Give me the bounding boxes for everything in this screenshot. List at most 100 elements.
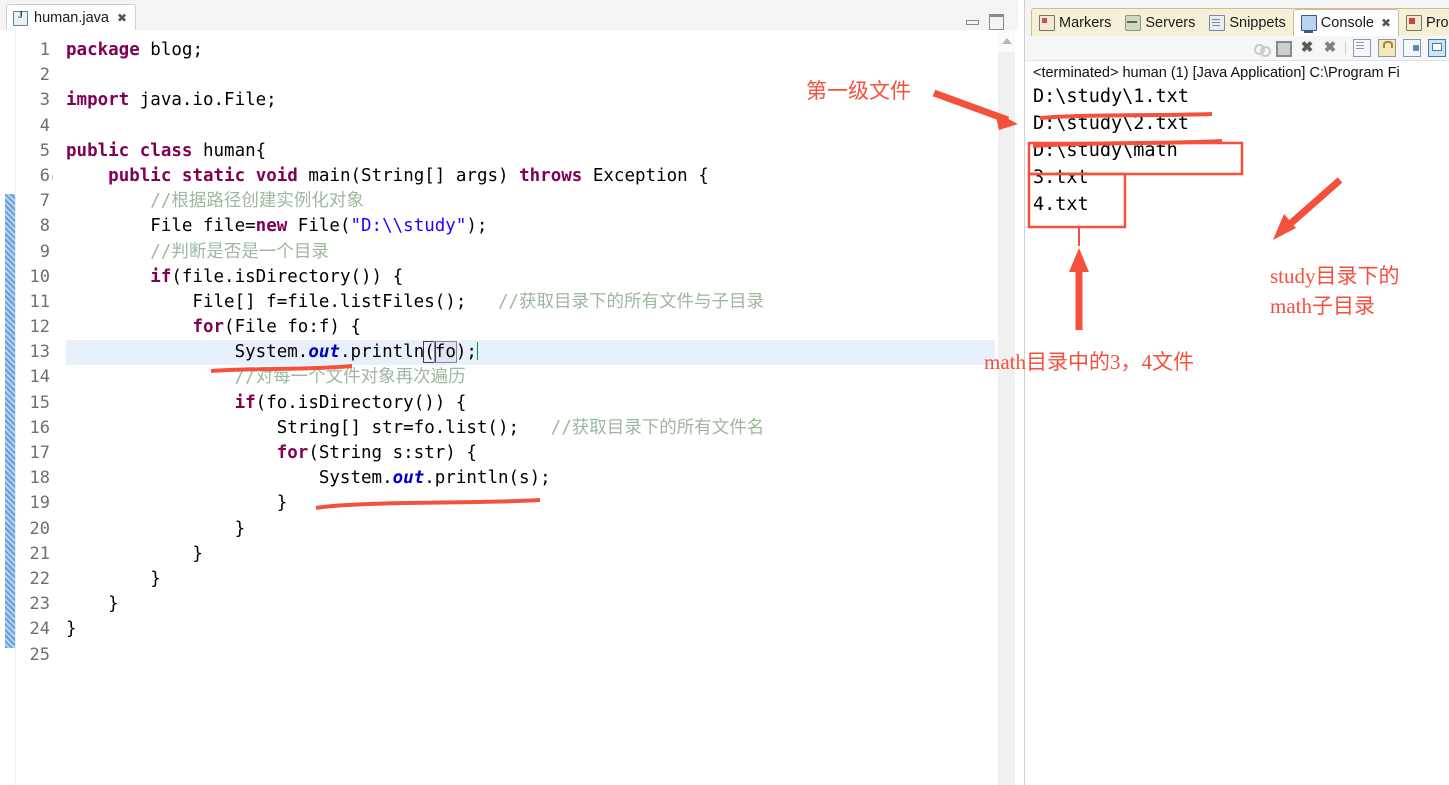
editor-tab-human-java[interactable]: human.java ✖ [6, 4, 136, 31]
display-selected-console-icon[interactable] [1428, 39, 1446, 57]
markers-icon [1039, 15, 1055, 31]
code-line[interactable]: File file=new File("D:\\study"); [66, 214, 995, 239]
code-text-area[interactable]: package blog; import java.io.File; publi… [66, 30, 995, 785]
folding-gutter[interactable] [53, 30, 67, 785]
editor-vertical-scrollbar[interactable] [995, 30, 1018, 785]
tab-problems-label: Pro [1426, 15, 1449, 31]
line-number: 15 [15, 391, 53, 416]
line-number: 4 [15, 114, 53, 139]
terminate-icon[interactable] [1276, 41, 1292, 57]
line-number: 21 [15, 542, 53, 567]
code-line[interactable]: } [66, 617, 995, 642]
line-number: 22 [15, 567, 53, 592]
line-number: 20 [15, 517, 53, 542]
tab-console-label: Console [1321, 15, 1374, 31]
line-number: 7 [15, 189, 53, 214]
scroll-up-icon[interactable] [998, 30, 1015, 52]
tab-problems[interactable]: Pro [1399, 10, 1449, 36]
annotation-study-math-subdir-l1: study目录下的 [1270, 261, 1400, 291]
console-view-pane: Markers Servers Snippets Console ✖ Pro [1024, 0, 1449, 785]
line-number: 23 [15, 592, 53, 617]
line-number: 11 [15, 290, 53, 315]
code-line[interactable] [66, 114, 995, 139]
tab-markers-label: Markers [1059, 15, 1111, 31]
annotation-math-dir-files: math目录中的3，4文件 [984, 347, 1194, 377]
java-editor-pane: human.java ✖ 123456789101112131415161718… [0, 0, 1018, 785]
remove-all-terminated-icon[interactable]: ✖ [1322, 40, 1338, 56]
terminated-status-line: <terminated> human (1) [Java Application… [1033, 63, 1449, 83]
code-line[interactable]: String[] str=fo.list(); //获取目录下的所有文件名 [66, 416, 995, 441]
line-number: 16 [15, 416, 53, 441]
line-number: 9 [15, 240, 53, 265]
minimize-icon[interactable] [966, 20, 979, 25]
maximize-icon[interactable] [989, 14, 1004, 30]
clear-console-icon[interactable] [1353, 39, 1371, 57]
code-line[interactable]: } [66, 592, 995, 617]
code-line[interactable]: for(File fo:f) { [66, 315, 995, 340]
tab-snippets-label: Snippets [1229, 15, 1285, 31]
line-number: 18 [15, 466, 53, 491]
code-line[interactable]: //根据路径创建实例化对象 [66, 189, 995, 214]
line-number: 13 [15, 340, 53, 365]
link-icon[interactable] [1253, 40, 1269, 56]
code-line[interactable]: if(fo.isDirectory()) { [66, 391, 995, 416]
toolbar-divider [1345, 41, 1346, 55]
annotation-first-level-files: 第一级文件 [806, 76, 911, 106]
tab-console[interactable]: Console ✖ [1293, 9, 1399, 37]
tab-servers[interactable]: Servers [1118, 10, 1202, 36]
console-toolbar: ✖ ✖ [1025, 36, 1449, 61]
code-line[interactable]: //判断是否是一个目录 [66, 240, 995, 265]
console-output-lines: D:\study\1.txtD:\study\2.txtD:\study\mat… [1033, 83, 1449, 218]
line-number: 25 [15, 643, 53, 668]
code-line[interactable]: File[] f=file.listFiles(); //获取目录下的所有文件与… [66, 290, 995, 315]
code-line[interactable] [66, 643, 995, 668]
line-number: 10 [15, 265, 53, 290]
code-line[interactable]: } [66, 567, 995, 592]
remove-launch-icon[interactable]: ✖ [1299, 40, 1315, 56]
annotation-ruler[interactable] [0, 30, 16, 785]
code-line[interactable]: public class human{ [66, 139, 995, 164]
servers-icon [1125, 15, 1141, 31]
code-line[interactable]: public static void main(String[] args) t… [66, 164, 995, 189]
console-output-line: D:\study\math [1033, 137, 1449, 164]
annotation-study-math-subdir-l2: math子目录 [1270, 291, 1375, 321]
code-line[interactable]: for(String s:str) { [66, 441, 995, 466]
console-output-line: D:\study\2.txt [1033, 110, 1449, 137]
close-icon[interactable]: ✖ [1381, 16, 1391, 30]
code-line[interactable]: } [66, 517, 995, 542]
pin-console-icon[interactable] [1403, 39, 1421, 57]
scrollbar-track[interactable] [998, 52, 1015, 785]
scroll-lock-icon[interactable] [1378, 39, 1396, 57]
line-number: 2 [15, 63, 53, 88]
tab-snippets[interactable]: Snippets [1202, 10, 1292, 36]
line-number: 24 [15, 617, 53, 642]
line-number: 17 [15, 441, 53, 466]
editor-tab-bar: human.java ✖ [0, 0, 1018, 31]
editor-window-buttons [966, 14, 1004, 30]
line-number: 8 [15, 214, 53, 239]
line-number: 19 [15, 491, 53, 516]
line-number: 3 [15, 88, 53, 113]
close-icon[interactable]: ✖ [117, 12, 127, 24]
line-number: 1 [15, 38, 53, 63]
line-number-gutter: 1234567891011121314151617181920212223242… [15, 30, 53, 785]
code-line[interactable]: //对每一个文件对象再次遍历 [66, 365, 995, 390]
console-output-line: D:\study\1.txt [1033, 83, 1449, 110]
tab-markers[interactable]: Markers [1032, 10, 1118, 36]
line-number: 12 [15, 315, 53, 340]
code-line[interactable]: if(file.isDirectory()) { [66, 265, 995, 290]
line-number: 14 [15, 365, 53, 390]
console-output-line: 3.txt [1033, 164, 1449, 191]
code-line[interactable]: System.out.println(fo); [66, 340, 995, 365]
code-line[interactable]: System.out.println(s); [66, 466, 995, 491]
java-file-icon [13, 11, 28, 26]
problems-icon [1406, 15, 1422, 31]
code-line[interactable]: } [66, 491, 995, 516]
code-line[interactable]: package blog; [66, 38, 995, 63]
occurrence-annotation-bar [5, 194, 15, 648]
console-output-line: 4.txt [1033, 191, 1449, 218]
snippets-icon [1209, 15, 1225, 31]
code-line[interactable]: } [66, 542, 995, 567]
console-tab-bar: Markers Servers Snippets Console ✖ Pro [1025, 0, 1449, 36]
console-output-area[interactable]: <terminated> human (1) [Java Application… [1025, 61, 1449, 785]
